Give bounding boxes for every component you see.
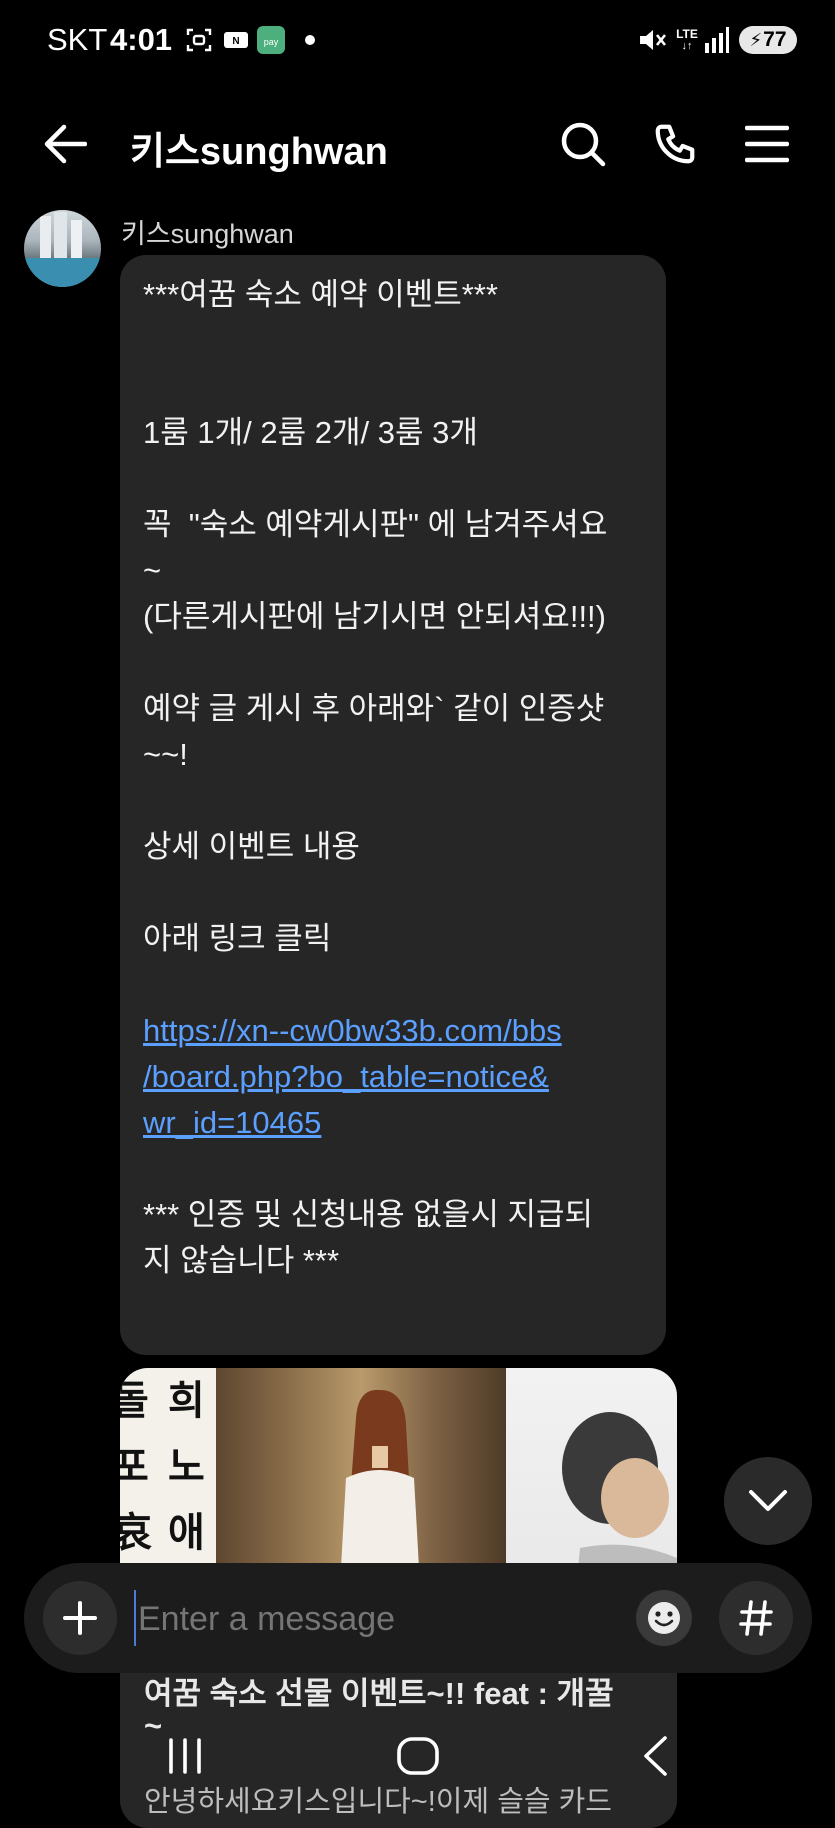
recent-apps-icon <box>169 1738 201 1774</box>
chat-header: 키스sunghwan <box>0 84 835 204</box>
preview-image-text: 애 <box>168 1509 205 1556</box>
add-attachment-button[interactable] <box>43 1581 117 1655</box>
message-input[interactable] <box>136 1585 640 1653</box>
battery-charging-icon: ⚡ 77 <box>737 24 799 56</box>
preview-image-text: 돌 <box>120 1377 149 1424</box>
nfc-icon: N <box>222 24 250 56</box>
sender-name: 키스sunghwan <box>121 219 294 249</box>
emoji-icon <box>648 1602 680 1634</box>
clock: 4:01 <box>110 22 173 57</box>
message-line: 예약 글 게시 후 아래와` 같이 인증샷 <box>143 691 605 726</box>
chevron-down-icon <box>749 1490 787 1511</box>
svg-text:pay: pay <box>264 37 279 47</box>
hashtag-button[interactable] <box>719 1581 793 1655</box>
message-line: 아래 링크 클릭 <box>143 921 332 956</box>
preview-title: 여꿈 숙소 선물 이벤트~!! feat : 개꿀 <box>144 1676 614 1711</box>
message-input-bar <box>24 1563 812 1673</box>
message-link[interactable]: /board.php?bo_table=notice& <box>143 1054 549 1100</box>
message-line: ***여꿈 숙소 예약 이벤트*** <box>143 277 498 312</box>
search-icon <box>561 122 606 167</box>
menu-icon <box>745 125 789 163</box>
plus-icon <box>63 1601 97 1635</box>
message-link[interactable]: https://xn--cw0bw33b.com/bbs <box>143 1008 562 1054</box>
message-line: 꼭 "숙소 예약게시판" 에 남겨주셔요 <box>143 507 608 542</box>
lte-label: LTE <box>676 27 698 41</box>
preview-snippet: 안녕하세요키스입니다~!이제 슬슬 카드 <box>144 1786 612 1818</box>
svg-text:N: N <box>232 36 239 47</box>
status-bar: SKT 4:01 N pay LTE ↓↑ ⚡ 77 <box>0 0 835 84</box>
emoji-button[interactable] <box>636 1590 692 1646</box>
message-line: (다른게시판에 남기시면 안되셔요!!!) <box>143 599 606 634</box>
call-button[interactable] <box>643 112 707 176</box>
message-line: *** 인증 및 신청내용 없을시 지급되 <box>143 1197 594 1232</box>
message-line: 상세 이벤트 내용 <box>143 829 360 864</box>
avatar[interactable] <box>24 210 101 287</box>
signal-icon <box>704 24 730 56</box>
chat-title: 키스sunghwan <box>130 131 388 173</box>
back-arrow-icon <box>44 124 87 164</box>
carrier-label: SKT <box>47 22 108 57</box>
mute-icon <box>636 24 668 56</box>
message-link[interactable]: wr_id=10465 <box>143 1100 321 1146</box>
preview-image-text: 포 <box>120 1443 149 1490</box>
nav-back-button[interactable] <box>620 1728 690 1784</box>
preview-image-text: 희 <box>168 1377 205 1424</box>
preview-image-text: 哀 <box>120 1509 152 1556</box>
back-button[interactable] <box>33 112 97 176</box>
back-icon <box>644 1736 667 1776</box>
lte-icon: LTE ↓↑ <box>676 27 698 52</box>
preview-image-text: 노 <box>168 1443 205 1490</box>
message-bubble[interactable]: ***여꿈 숙소 예약 이벤트*** 1룸 1개/ 2룸 2개/ 3룸 3개 꼭… <box>120 255 666 1355</box>
pay-app-icon: pay <box>256 24 286 56</box>
message-line: ~~! <box>143 737 188 772</box>
phone-icon <box>655 124 695 164</box>
search-button[interactable] <box>551 112 615 176</box>
hashtag-icon <box>739 1600 773 1636</box>
home-button[interactable] <box>380 1728 456 1784</box>
message-line: 지 않습니다 *** <box>143 1243 340 1278</box>
message-line: 1룸 1개/ 2룸 2개/ 3룸 3개 <box>143 415 478 450</box>
battery-level: 77 <box>763 28 787 51</box>
menu-button[interactable] <box>735 112 799 176</box>
scroll-down-button[interactable] <box>724 1457 812 1545</box>
screenshot-icon <box>183 24 215 56</box>
message-line: ~ <box>143 553 162 588</box>
recent-apps-button[interactable] <box>150 1730 220 1782</box>
notification-dot-icon <box>300 24 320 56</box>
home-icon <box>397 1737 439 1775</box>
